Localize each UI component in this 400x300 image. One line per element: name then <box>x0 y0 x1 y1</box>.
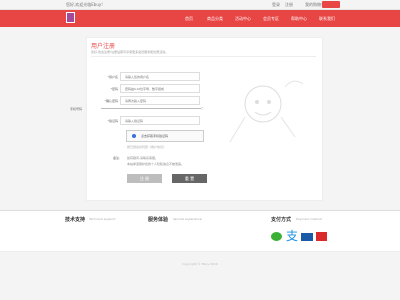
password-input[interactable] <box>120 84 200 93</box>
username-label: *用户名 <box>107 75 118 79</box>
page-subtitle: 您好,欢迎注册!注册后即可享受更多会员服务和优惠活动。 <box>91 50 169 54</box>
divider <box>91 56 316 57</box>
remark-line1: 如有疑问,请联系客服。 <box>127 156 158 160</box>
agreement-text[interactable]: 我已阅读并同意《用户协议》 <box>127 145 166 149</box>
wechat-pay-icon[interactable] <box>271 232 282 241</box>
copyright: Copyright © Ebuy 2016 <box>182 262 218 266</box>
password-label: *密码 <box>110 87 118 91</box>
site-logo[interactable] <box>66 12 75 23</box>
footer-col3-sub: Payment method <box>296 217 322 221</box>
submit-button[interactable]: 注 册 <box>127 174 162 183</box>
hotline-badge[interactable]: 400-888 <box>322 1 341 17</box>
captcha-button[interactable]: 点击获取手机验证码 <box>126 130 204 142</box>
mascot-illustration <box>229 80 304 143</box>
remark-line2: 本站承诺保护您的个人隐私信息不被泄露。 <box>127 162 185 166</box>
confirm-password-input[interactable] <box>120 96 200 105</box>
reset-button[interactable]: 重 置 <box>172 174 207 183</box>
remark-label: 备注: <box>113 156 121 160</box>
captcha-dot-icon <box>132 134 136 138</box>
unionpay-icon[interactable] <box>301 233 313 241</box>
footer-col1-sub: Technical support <box>89 217 116 221</box>
confirm-password-label: *确认密码 <box>104 99 118 103</box>
username-input[interactable] <box>120 72 200 81</box>
nav-item-category[interactable]: 商品分类 <box>207 16 223 22</box>
nav-item-home[interactable]: 首页 <box>185 16 193 22</box>
nav-item-help[interactable]: 帮助中心 <box>291 16 307 22</box>
nav-item-events[interactable]: 活动中心 <box>235 16 251 22</box>
footer-col1-title: 技术支持 <box>65 217 86 223</box>
nav-item-members[interactable]: 会员专区 <box>263 16 279 22</box>
captcha-input[interactable] <box>120 116 200 125</box>
footer-col2-title: 服务体验 <box>148 217 169 223</box>
main-nav <box>0 10 400 27</box>
bank-card-icon[interactable] <box>316 232 327 241</box>
phone-label: 手机号码 <box>69 107 82 111</box>
captcha-label: *验证码 <box>107 119 118 123</box>
login-link[interactable]: 登录 <box>272 2 280 7</box>
alipay-icon[interactable]: 支 <box>286 230 298 242</box>
register-link[interactable]: 注册 <box>285 2 293 7</box>
phone-slider-knob[interactable]: ○ <box>201 106 204 110</box>
phone-slider[interactable] <box>101 108 201 109</box>
captcha-button-label: 点击获取手机验证码 <box>141 134 169 138</box>
footer-col2-sub: Service experience <box>173 217 202 221</box>
nav-item-contact[interactable]: 联系我们 <box>319 16 335 22</box>
footer-col3-title: 支付方式 <box>271 217 292 223</box>
page-title: 用户注册 <box>91 43 116 50</box>
welcome-text: 您好,欢迎光临Ebuy! <box>66 2 103 7</box>
